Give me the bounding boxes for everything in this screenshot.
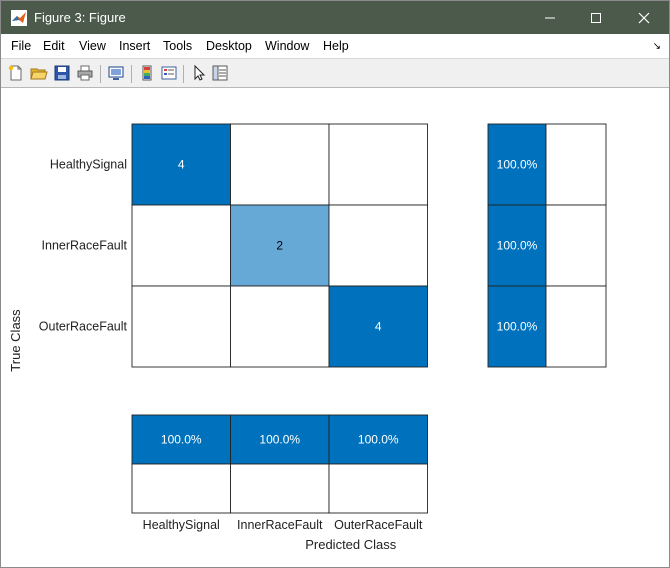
title-bar: Figure 3: Figure: [1, 1, 669, 34]
matlab-logo-icon: [11, 10, 27, 26]
column-summary-incorrect-cell: [328, 463, 428, 514]
x-tick-label: HealthySignal: [143, 518, 220, 532]
row-summary-label: 100.0%: [497, 158, 538, 172]
window-title: Figure 3: Figure: [34, 10, 126, 25]
column-summary-label: 100.0%: [161, 433, 202, 447]
property-inspector-icon[interactable]: [211, 64, 229, 82]
row-summary-incorrect-cell: [545, 123, 607, 206]
maximize-button[interactable]: [573, 1, 619, 34]
figure-canvas: 4 2 4 100.0% 100.0% 100.0% 100.0% 100.0% 100.0…: [1, 89, 669, 567]
toolbar-separator: [100, 65, 101, 83]
x-tick-label: OuterRaceFault: [334, 518, 423, 532]
print-icon[interactable]: [76, 64, 94, 82]
dock-arrow-icon[interactable]: ↘: [653, 41, 661, 52]
menu-insert[interactable]: Insert: [119, 39, 150, 53]
matrix-cell: [131, 204, 231, 287]
y-tick-label: OuterRaceFault: [39, 320, 128, 334]
row-summary-incorrect-cell: [545, 285, 607, 368]
menu-desktop[interactable]: Desktop: [206, 39, 252, 53]
toolbar-separator: [183, 65, 184, 83]
link-plot-icon[interactable]: [107, 64, 125, 82]
menu-view[interactable]: View: [79, 39, 106, 53]
row-summary-label: 100.0%: [497, 320, 538, 334]
matrix-cell-label: 4: [375, 320, 382, 334]
toolbar-separator: [131, 65, 132, 83]
close-button[interactable]: [621, 1, 667, 34]
y-axis-label: True Class: [8, 309, 23, 372]
close-icon: [638, 12, 650, 23]
figure-window: Figure 3: Figure File Edit View Insert T…: [0, 0, 670, 568]
toolbar: [1, 58, 669, 88]
x-axis-label: Predicted Class: [305, 537, 397, 552]
matrix-cell-label: 4: [178, 158, 185, 172]
column-summary-incorrect-cell: [230, 463, 330, 514]
row-summary-label: 100.0%: [497, 239, 538, 253]
y-tick-label: HealthySignal: [50, 158, 127, 172]
menu-edit[interactable]: Edit: [43, 39, 65, 53]
matrix-cell: [230, 285, 330, 368]
matrix-cell: [131, 285, 231, 368]
maximize-icon: [591, 12, 601, 23]
menu-file[interactable]: File: [11, 39, 31, 53]
matrix-cell-label: 2: [276, 239, 283, 253]
menu-window[interactable]: Window: [265, 39, 309, 53]
matrix-cell: [328, 123, 428, 206]
column-summary-label: 100.0%: [259, 433, 300, 447]
menu-bar: File Edit View Insert Tools Desktop Wind…: [1, 34, 669, 58]
menu-help[interactable]: Help: [323, 39, 349, 53]
edit-plot-icon[interactable]: [190, 64, 208, 82]
x-tick-label: InnerRaceFault: [237, 518, 323, 532]
row-summary-incorrect-cell: [545, 204, 607, 287]
insert-colorbar-icon[interactable]: [138, 64, 156, 82]
column-summary-incorrect-cell: [131, 463, 231, 514]
confusion-matrix-chart: 4 2 4 100.0% 100.0% 100.0% 100.0% 100.0% 100.0…: [8, 123, 607, 552]
column-summary-label: 100.0%: [358, 433, 399, 447]
minimize-button[interactable]: [527, 1, 573, 34]
matrix-cell: [328, 204, 428, 287]
menu-tools[interactable]: Tools: [163, 39, 192, 53]
minimize-icon: [545, 17, 555, 18]
matrix-cell: [230, 123, 330, 206]
insert-legend-icon[interactable]: [160, 64, 178, 82]
y-tick-label: InnerRaceFault: [42, 239, 128, 253]
open-file-icon[interactable]: [30, 64, 48, 82]
save-icon[interactable]: [53, 64, 71, 82]
new-figure-icon[interactable]: [7, 64, 25, 82]
